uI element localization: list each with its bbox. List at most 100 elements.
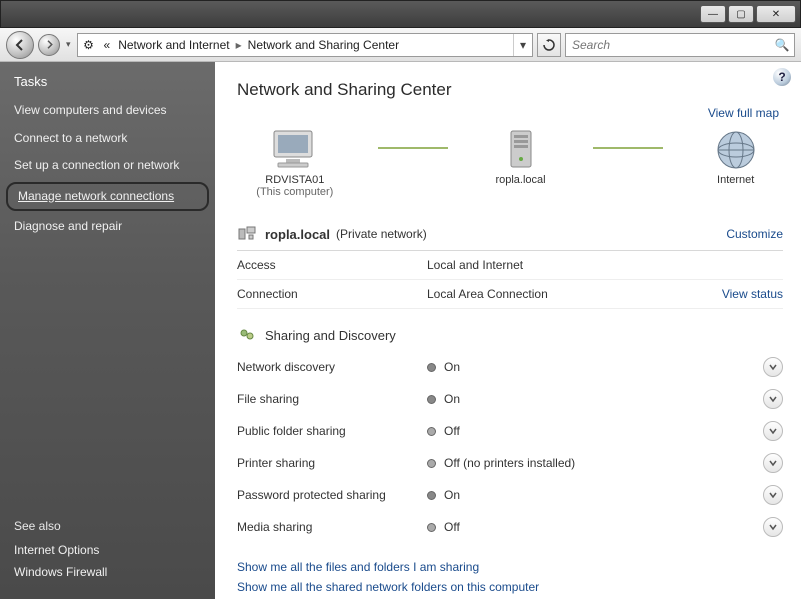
sharing-row-value: Off: [444, 424, 763, 438]
customize-link[interactable]: Customize: [726, 227, 783, 241]
show-shared-folders-link[interactable]: Show me all the shared network folders o…: [237, 577, 783, 597]
minimize-button[interactable]: —: [700, 5, 726, 23]
sharing-row-label: Media sharing: [237, 520, 427, 534]
sharing-row: Password protected sharing On: [237, 479, 783, 511]
task-view-computers[interactable]: View computers and devices: [0, 97, 215, 125]
back-button[interactable]: [6, 31, 34, 59]
maximize-button[interactable]: ▢: [728, 5, 754, 23]
tasks-sidebar: Tasks View computers and devices Connect…: [0, 62, 215, 599]
status-dot-icon: [427, 363, 436, 372]
node1-name: RDVISTA01: [265, 174, 324, 186]
expand-button[interactable]: [763, 421, 783, 441]
status-dot-icon: [427, 491, 436, 500]
sharing-row: Printer sharing Off (no printers installe…: [237, 447, 783, 479]
bottom-links: Show me all the files and folders I am s…: [237, 557, 783, 597]
network-header: ropla.local (Private network) Customize: [237, 218, 783, 251]
sharing-row-label: Public folder sharing: [237, 424, 427, 438]
breadcrumb-seg1[interactable]: Network and Internet: [114, 38, 233, 52]
node3-name: Internet: [717, 174, 754, 186]
access-label: Access: [237, 258, 427, 272]
globe-icon: [708, 126, 764, 174]
node-this-computer[interactable]: RDVISTA01 (This computer): [256, 126, 333, 198]
task-setup-connection[interactable]: Set up a connection or network: [0, 152, 215, 180]
sharing-row: Media sharing Off: [237, 511, 783, 543]
sharing-row-value: Off: [444, 520, 763, 534]
view-full-map-link[interactable]: View full map: [708, 106, 779, 120]
sharing-row-label: Network discovery: [237, 360, 427, 374]
network-row-connection: Connection Local Area Connection View st…: [237, 280, 783, 309]
sharing-discovery-heading: Sharing and Discovery: [237, 325, 783, 345]
search-box[interactable]: 🔍: [565, 33, 795, 57]
network-icon: [237, 224, 257, 244]
sharing-discovery-label: Sharing and Discovery: [265, 328, 396, 343]
see-also-internet-options[interactable]: Internet Options: [14, 539, 201, 561]
network-row-access: Access Local and Internet: [237, 251, 783, 280]
sidebar-spacer: [0, 241, 215, 509]
expand-button[interactable]: [763, 357, 783, 377]
expand-button[interactable]: [763, 517, 783, 537]
address-bar: ▾ ⚙ « Network and Internet ▸ Network and…: [0, 28, 801, 62]
arrow-right-icon: [45, 40, 54, 49]
node2-sub: [519, 186, 522, 198]
sharing-rows: Network discoveryOnFile sharingOnPublic …: [237, 351, 783, 543]
node1-sub: (This computer): [256, 186, 333, 198]
show-shared-files-link[interactable]: Show me all the files and folders I am s…: [237, 557, 783, 577]
sharing-row-value: On: [444, 488, 763, 502]
map-link-1: [378, 147, 448, 149]
connection-label: Connection: [237, 287, 427, 301]
task-connect-network[interactable]: Connect to a network: [0, 125, 215, 153]
breadcrumb-back[interactable]: «: [100, 38, 115, 52]
path-dropdown[interactable]: ▾: [513, 34, 532, 56]
body: Tasks View computers and devices Connect…: [0, 62, 801, 599]
sharing-row: Public folder sharing Off: [237, 415, 783, 447]
tasks-heading: Tasks: [0, 62, 215, 97]
node2-name: ropla.local: [495, 174, 545, 186]
window-titlebar: — ▢ ✕: [0, 0, 801, 28]
network-type: (Private network): [336, 227, 427, 241]
breadcrumb-path[interactable]: ⚙ « Network and Internet ▸ Network and S…: [77, 33, 533, 57]
breadcrumb-seg2[interactable]: Network and Sharing Center: [244, 38, 403, 52]
expand-button[interactable]: [763, 389, 783, 409]
sharing-row-label: Password protected sharing: [237, 488, 427, 502]
chevron-down-icon: [769, 427, 777, 435]
view-status-link[interactable]: View status: [722, 287, 783, 301]
nav-history-icon[interactable]: ▾: [64, 39, 73, 50]
computer-icon: [267, 126, 323, 174]
status-dot-icon: [427, 459, 436, 468]
refresh-button[interactable]: [537, 33, 561, 57]
server-icon: [493, 126, 549, 174]
task-manage-connections[interactable]: Manage network connections: [6, 182, 209, 212]
access-value: Local and Internet: [427, 258, 783, 272]
task-diagnose-repair[interactable]: Diagnose and repair: [0, 213, 215, 241]
sharing-row-value: Off (no printers installed): [444, 456, 763, 470]
sharing-row-label: Printer sharing: [237, 456, 427, 470]
chevron-down-icon: [769, 395, 777, 403]
sharing-icon: [237, 325, 257, 345]
status-dot-icon: [427, 395, 436, 404]
page-title: Network and Sharing Center: [237, 80, 783, 100]
forward-button[interactable]: [38, 34, 60, 56]
chevron-down-icon: [769, 459, 777, 467]
map-link-2: [593, 147, 663, 149]
node-internet[interactable]: Internet: [708, 126, 764, 198]
refresh-icon: [543, 39, 555, 51]
sharing-row: File sharingOn: [237, 383, 783, 415]
node3-sub: [734, 186, 737, 198]
sharing-row-value: On: [444, 392, 763, 406]
network-map: RDVISTA01 (This computer) ropla.local In…: [237, 126, 783, 198]
see-also-windows-firewall[interactable]: Windows Firewall: [14, 561, 201, 583]
connection-value: Local Area Connection: [427, 287, 722, 301]
chevron-down-icon: [769, 491, 777, 499]
search-input[interactable]: [566, 38, 770, 52]
main-content: ? Network and Sharing Center View full m…: [215, 62, 801, 599]
help-icon[interactable]: ?: [773, 68, 791, 86]
close-button[interactable]: ✕: [756, 5, 796, 23]
expand-button[interactable]: [763, 485, 783, 505]
chevron-down-icon: [769, 523, 777, 531]
search-icon[interactable]: 🔍: [770, 38, 794, 52]
node-local-network[interactable]: ropla.local: [493, 126, 549, 198]
expand-button[interactable]: [763, 453, 783, 473]
network-name: ropla.local: [265, 227, 330, 242]
see-also-section: See also Internet Options Windows Firewa…: [0, 509, 215, 599]
status-dot-icon: [427, 523, 436, 532]
